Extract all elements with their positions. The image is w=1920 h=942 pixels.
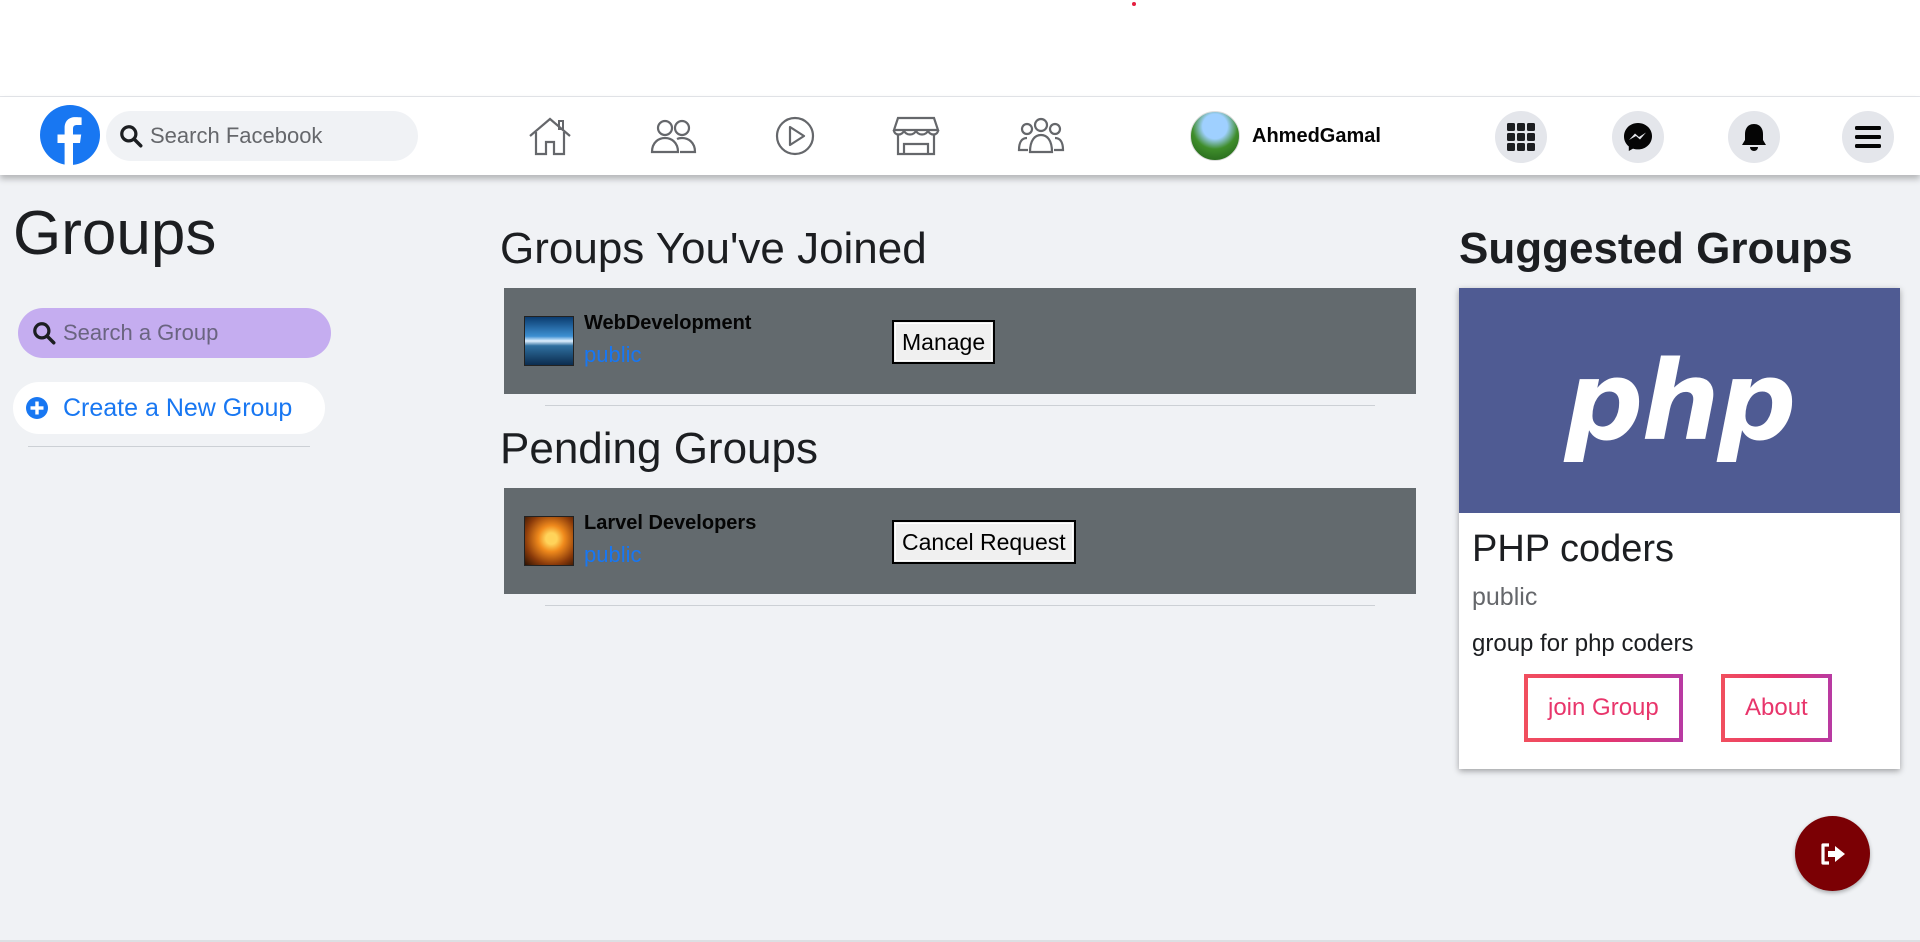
sidebar-divider	[28, 446, 310, 447]
friends-icon[interactable]	[643, 111, 703, 161]
search-icon	[33, 322, 56, 345]
joined-groups-title: Groups You've Joined	[500, 224, 927, 273]
cancel-request-button[interactable]: Cancel Request	[892, 520, 1076, 564]
facebook-search-bar[interactable]	[106, 111, 418, 161]
suggested-group-card: php PHP coders public group for php code…	[1459, 288, 1900, 769]
php-logo: php	[1564, 336, 1797, 465]
section-divider	[545, 405, 1375, 406]
suggested-group-name: PHP coders	[1472, 528, 1675, 570]
group-name[interactable]: Larvel Developers	[584, 512, 756, 535]
notifications-button[interactable]	[1728, 111, 1780, 163]
watch-icon[interactable]	[765, 111, 825, 161]
group-search-input[interactable]	[63, 320, 323, 346]
bell-icon	[1742, 124, 1766, 151]
profile-name: AhmedGamal	[1252, 124, 1381, 147]
create-group-label: Create a New Group	[63, 393, 293, 422]
group-thumbnail[interactable]	[524, 516, 574, 566]
avatar	[1190, 111, 1240, 161]
joined-group-card: WebDevelopment public Manage	[504, 288, 1416, 394]
messenger-button[interactable]	[1612, 111, 1664, 163]
home-icon[interactable]	[520, 111, 580, 161]
top-blank-area	[0, 0, 1920, 97]
suggested-group-privacy: public	[1472, 583, 1538, 611]
manage-button[interactable]: Manage	[892, 320, 996, 364]
about-button[interactable]: About	[1721, 674, 1832, 742]
page-title: Groups	[13, 199, 217, 268]
section-divider	[545, 605, 1375, 606]
group-search-bar[interactable]	[18, 308, 331, 358]
facebook-search-input[interactable]	[150, 123, 410, 149]
plus-circle-icon	[26, 397, 48, 419]
create-group-button[interactable]: Create a New Group	[13, 382, 325, 434]
logout-button[interactable]	[1795, 816, 1870, 891]
logout-icon	[1820, 842, 1845, 865]
about-label: About	[1725, 678, 1828, 738]
groups-icon[interactable]	[1011, 111, 1071, 161]
search-icon	[120, 125, 143, 148]
profile-link[interactable]: AhmedGamal	[1190, 111, 1381, 161]
suggested-groups-title: Suggested Groups	[1459, 224, 1853, 273]
menu-grid-icon	[1507, 123, 1535, 151]
join-group-button[interactable]: join Group	[1524, 674, 1683, 742]
facebook-logo-icon[interactable]	[40, 105, 100, 165]
pending-groups-title: Pending Groups	[500, 424, 818, 473]
indicator-dot	[1132, 2, 1136, 6]
group-name[interactable]: WebDevelopment	[584, 312, 751, 335]
messenger-icon	[1624, 123, 1652, 151]
group-privacy: public	[584, 542, 642, 567]
suggested-group-description: group for php coders	[1472, 630, 1694, 657]
menu-grid-button[interactable]	[1495, 111, 1547, 163]
group-privacy: public	[584, 342, 642, 367]
main-menu-button[interactable]	[1842, 111, 1894, 163]
marketplace-icon[interactable]	[886, 111, 946, 161]
join-group-label: join Group	[1528, 678, 1679, 738]
group-cover-image[interactable]: php	[1459, 288, 1900, 513]
hamburger-icon	[1855, 126, 1881, 148]
group-thumbnail[interactable]	[524, 316, 574, 366]
top-navbar: AhmedGamal	[0, 97, 1920, 175]
pending-group-card: Larvel Developers public Cancel Request	[504, 488, 1416, 594]
